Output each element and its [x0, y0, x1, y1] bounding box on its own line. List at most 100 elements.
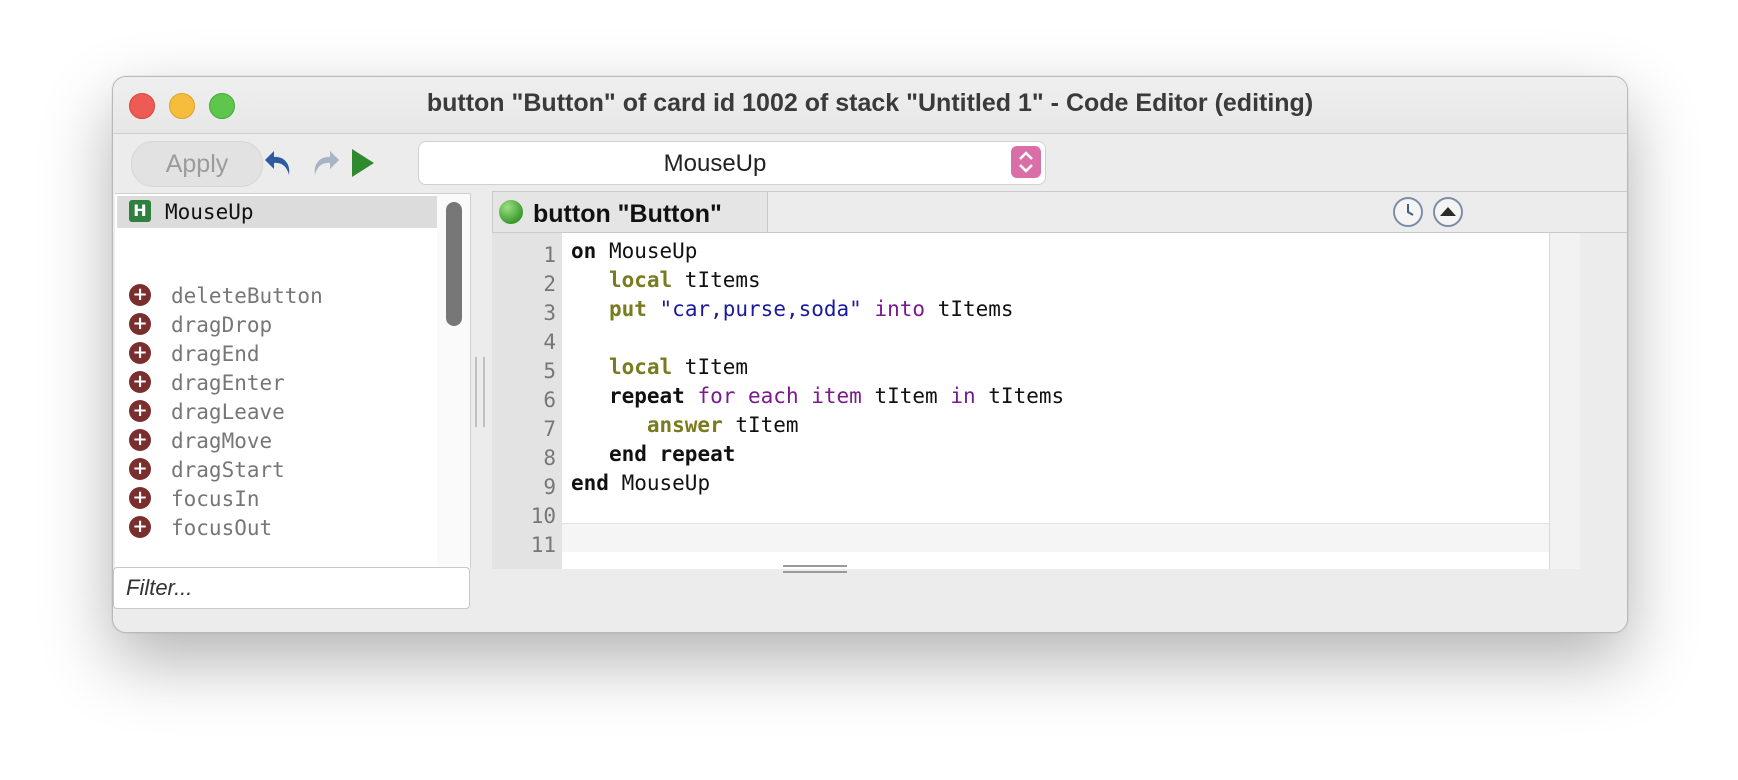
code-token: MouseUp: [596, 239, 698, 263]
message-item-label: dragEnter: [171, 371, 285, 395]
code-token: local: [608, 355, 673, 379]
chevron-updown-icon: [1019, 151, 1033, 173]
add-handler-icon[interactable]: +: [129, 429, 151, 451]
message-item-label: dragDrop: [171, 313, 273, 337]
code-token: into: [874, 297, 926, 321]
message-item-label: dragStart: [171, 458, 285, 482]
code-token: local: [608, 268, 673, 292]
add-handler-icon[interactable]: +: [129, 342, 151, 364]
message-item-label: dragMove: [171, 429, 273, 453]
message-item[interactable]: + deleteButton: [129, 282, 429, 312]
code-token: tItem: [672, 355, 749, 379]
undo-icon[interactable]: [261, 145, 299, 181]
add-handler-icon[interactable]: +: [129, 458, 151, 480]
line-number-gutter: 1 2 3 4 5 6 7 8 9 10 11: [492, 233, 562, 569]
resize-grip[interactable]: [783, 565, 847, 573]
triangle-up-icon: [1440, 207, 1456, 216]
play-icon[interactable]: [343, 145, 381, 181]
script-tab-label: button "Button": [533, 200, 722, 228]
message-item-label: dragEnd: [171, 342, 260, 366]
redo-icon[interactable]: [305, 145, 343, 181]
message-item[interactable]: + dragMove: [129, 427, 429, 457]
handler-list-panel[interactable]: H MouseUp + deleteButton + dragDrop + dr…: [115, 193, 471, 568]
handler-item-label: MouseUp: [165, 200, 254, 224]
code-line[interactable]: answer tItem: [571, 413, 799, 437]
collapse-up-icon[interactable]: [1433, 197, 1463, 227]
code-token: answer: [646, 413, 723, 437]
line-number: 5: [543, 359, 556, 383]
message-item-label: focusOut: [171, 516, 273, 540]
handler-list-scrollbar[interactable]: [437, 194, 470, 568]
add-handler-icon[interactable]: +: [129, 371, 151, 393]
line-number: 4: [543, 330, 556, 354]
code-token: put: [608, 297, 647, 321]
line-number: 9: [543, 475, 556, 499]
add-handler-icon[interactable]: +: [129, 313, 151, 335]
code-line[interactable]: on MouseUp: [571, 239, 697, 263]
clock-icon[interactable]: [1393, 197, 1423, 227]
code-token: "car,purse,soda": [659, 297, 862, 321]
message-item[interactable]: + focusIn: [129, 485, 429, 515]
code-editor[interactable]: 1 2 3 4 5 6 7 8 9 10 11 on MouseUp local tItems pu…: [492, 233, 1549, 569]
add-handler-icon[interactable]: +: [129, 284, 151, 306]
handler-select-value: MouseUp: [663, 150, 767, 177]
code-line[interactable]: end MouseUp: [571, 471, 710, 495]
code-token: repeat: [608, 384, 685, 408]
code-token: tItem: [722, 413, 799, 437]
window-title: button "Button" of card id 1002 of stack…: [426, 89, 1314, 117]
line-number: 11: [530, 533, 556, 557]
code-token: tItems: [975, 384, 1065, 408]
message-item[interactable]: + dragStart: [129, 456, 429, 486]
line-number: 2: [543, 272, 556, 296]
code-token: for each item: [697, 384, 862, 408]
add-handler-icon[interactable]: +: [129, 400, 151, 422]
message-item-label: dragLeave: [171, 400, 285, 424]
code-line[interactable]: end repeat: [571, 442, 735, 466]
line-number: 1: [543, 243, 556, 267]
editor-vertical-scrollbar[interactable]: [1549, 233, 1580, 569]
message-item[interactable]: + dragDrop: [129, 311, 429, 341]
code-token: tItems: [672, 268, 761, 292]
script-tab[interactable]: button "Button": [492, 191, 768, 233]
title-bar[interactable]: button "Button" of card id 1002 of stack…: [113, 77, 1627, 134]
code-token: tItem: [861, 384, 951, 408]
message-item[interactable]: + dragEnter: [129, 369, 429, 399]
line-number: 6: [543, 388, 556, 412]
message-item-label: focusIn: [171, 487, 260, 511]
status-ok-icon: [499, 200, 523, 224]
code-token: in: [950, 384, 976, 408]
select-stepper[interactable]: [1011, 146, 1041, 178]
code-line[interactable]: local tItem: [571, 355, 748, 379]
filter-field[interactable]: [113, 567, 470, 609]
code-line[interactable]: local tItems: [571, 268, 761, 292]
code-token: tItems: [925, 297, 1014, 321]
editor-horizontal-scrollbar[interactable]: [562, 523, 1549, 552]
code-token: end repeat: [608, 442, 736, 466]
code-editor-window: button "Button" of card id 1002 of stack…: [112, 76, 1628, 633]
message-item[interactable]: + dragEnd: [129, 340, 429, 370]
apply-button[interactable]: Apply: [131, 141, 263, 187]
handler-select[interactable]: MouseUp: [418, 141, 1046, 185]
filter-input[interactable]: [114, 568, 469, 608]
message-item[interactable]: + dragLeave: [129, 398, 429, 428]
scrollbar-thumb[interactable]: [446, 202, 462, 326]
code-line[interactable]: repeat for each item tItem in tItems: [571, 384, 1064, 408]
clock-hands: [1407, 204, 1414, 216]
line-number: 8: [543, 446, 556, 470]
code-line[interactable]: put "car,purse,soda" into tItems: [571, 297, 1014, 321]
panel-splitter-handle[interactable]: [475, 357, 485, 427]
message-item-label: deleteButton: [171, 284, 323, 308]
handler-badge-icon: H: [129, 200, 151, 222]
add-handler-icon[interactable]: +: [129, 487, 151, 509]
message-item[interactable]: + focusOut: [129, 514, 429, 544]
add-handler-icon[interactable]: +: [129, 516, 151, 538]
line-number: 10: [530, 504, 556, 528]
code-token: end: [571, 471, 609, 495]
handler-item-mouseup[interactable]: H MouseUp: [117, 196, 437, 228]
code-token: on: [571, 239, 597, 263]
line-number: 3: [543, 301, 556, 325]
tab-strip: [768, 191, 1627, 233]
